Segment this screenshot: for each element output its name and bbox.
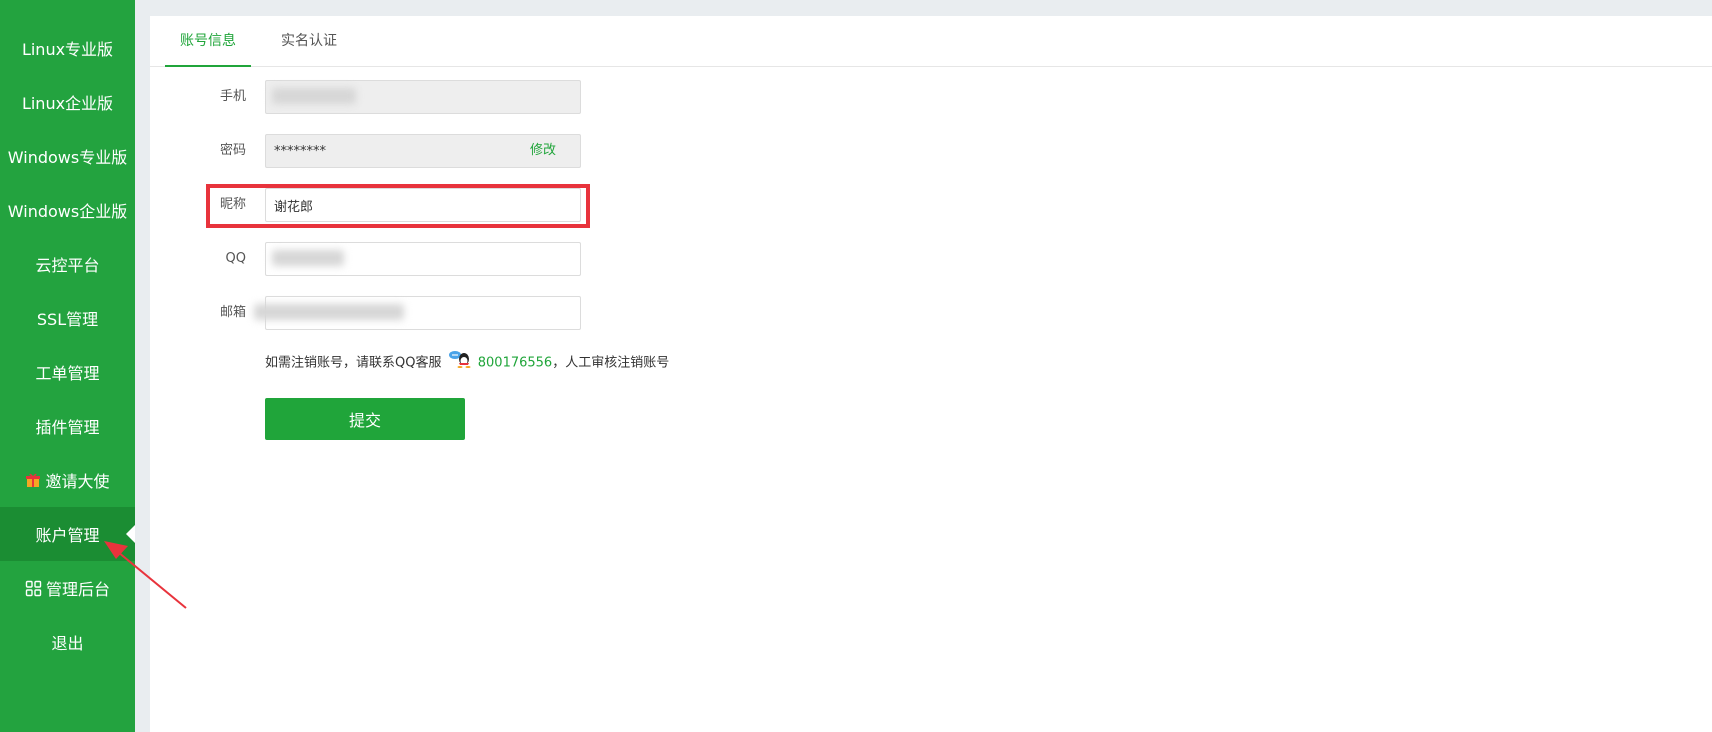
password-label: 密码	[219, 143, 246, 158]
sidebar-item-label: 云控平台	[35, 256, 100, 275]
sidebar-item-plugins[interactable]: 插件管理	[0, 399, 135, 453]
sidebar-item-label: Windows企业版	[7, 202, 128, 221]
password-row: 密码 修改	[150, 134, 750, 168]
tab-label: 实名认证	[281, 33, 337, 49]
tab-bar: 账号信息 实名认证	[150, 16, 1712, 67]
sidebar-item-label: Linux企业版	[21, 94, 114, 113]
sidebar-item-linux-pro[interactable]: Linux专业版	[0, 21, 135, 75]
nickname-row: 昵称	[150, 188, 750, 222]
sidebar-item-label: SSL管理	[36, 310, 99, 329]
grid-icon	[25, 580, 42, 597]
tab-label: 账号信息	[180, 33, 236, 49]
qq-row: QQ	[150, 242, 750, 276]
sidebar-item-account[interactable]: 账户管理	[0, 507, 135, 561]
sidebar-item-label: 退出	[51, 634, 84, 653]
redacted-mask	[272, 88, 356, 104]
main-panel: 账号信息 实名认证 手机 密码 修改 昵称 QQ 邮箱	[150, 16, 1712, 732]
email-label: 邮箱	[219, 305, 246, 320]
sidebar-item-linux-enterprise[interactable]: Linux企业版	[0, 75, 135, 129]
sidebar-item-label: 工单管理	[35, 364, 100, 383]
sidebar-item-label: 插件管理	[35, 418, 100, 437]
nickname-field[interactable]	[265, 188, 581, 222]
email-row: 邮箱	[150, 296, 750, 330]
tab-account-info[interactable]: 账号信息	[165, 16, 251, 67]
sidebar-item-tickets[interactable]: 工单管理	[0, 345, 135, 399]
sidebar-item-windows-enterprise[interactable]: Windows企业版	[0, 183, 135, 237]
sidebar-item-admin[interactable]: 管理后台	[0, 561, 135, 615]
sidebar-item-cloud-control[interactable]: 云控平台	[0, 237, 135, 291]
sidebar-item-label: Windows专业版	[7, 148, 128, 167]
sidebar-item-label: 邀请大使	[45, 472, 110, 491]
sidebar-item-windows-pro[interactable]: Windows专业版	[0, 129, 135, 183]
sidebar-item-label: 管理后台	[45, 580, 110, 599]
phone-label: 手机	[219, 89, 246, 104]
redacted-mask	[272, 250, 344, 266]
edit-password-link[interactable]: 修改	[530, 134, 556, 168]
sidebar: Linux专业版 Linux企业版 Windows专业版 Windows企业版 …	[0, 0, 135, 732]
phone-row: 手机	[150, 80, 750, 114]
sidebar-item-invite[interactable]: 邀请大使	[0, 453, 135, 507]
note-prefix: 如需注销账号，请联系QQ客服	[265, 355, 442, 371]
qq-label: QQ	[225, 251, 246, 266]
sidebar-item-ssl[interactable]: SSL管理	[0, 291, 135, 345]
redacted-mask	[254, 304, 404, 320]
note-suffix: ，人工审核注销账号	[552, 355, 670, 371]
qq-chat-icon[interactable]	[448, 350, 472, 376]
sidebar-item-logout[interactable]: 退出	[0, 615, 135, 669]
tab-real-name[interactable]: 实名认证	[266, 16, 352, 66]
submit-button[interactable]: 提交	[265, 398, 465, 440]
nickname-label: 昵称	[219, 197, 246, 212]
support-qq-number[interactable]: 800176556	[478, 356, 552, 371]
active-indicator	[126, 525, 135, 543]
gift-icon	[25, 472, 41, 488]
cancel-account-note: 如需注销账号，请联系QQ客服 800176556，人工审核注销账号	[265, 350, 669, 372]
sidebar-item-label: Linux专业版	[21, 40, 114, 59]
sidebar-item-label: 账户管理	[35, 526, 100, 545]
